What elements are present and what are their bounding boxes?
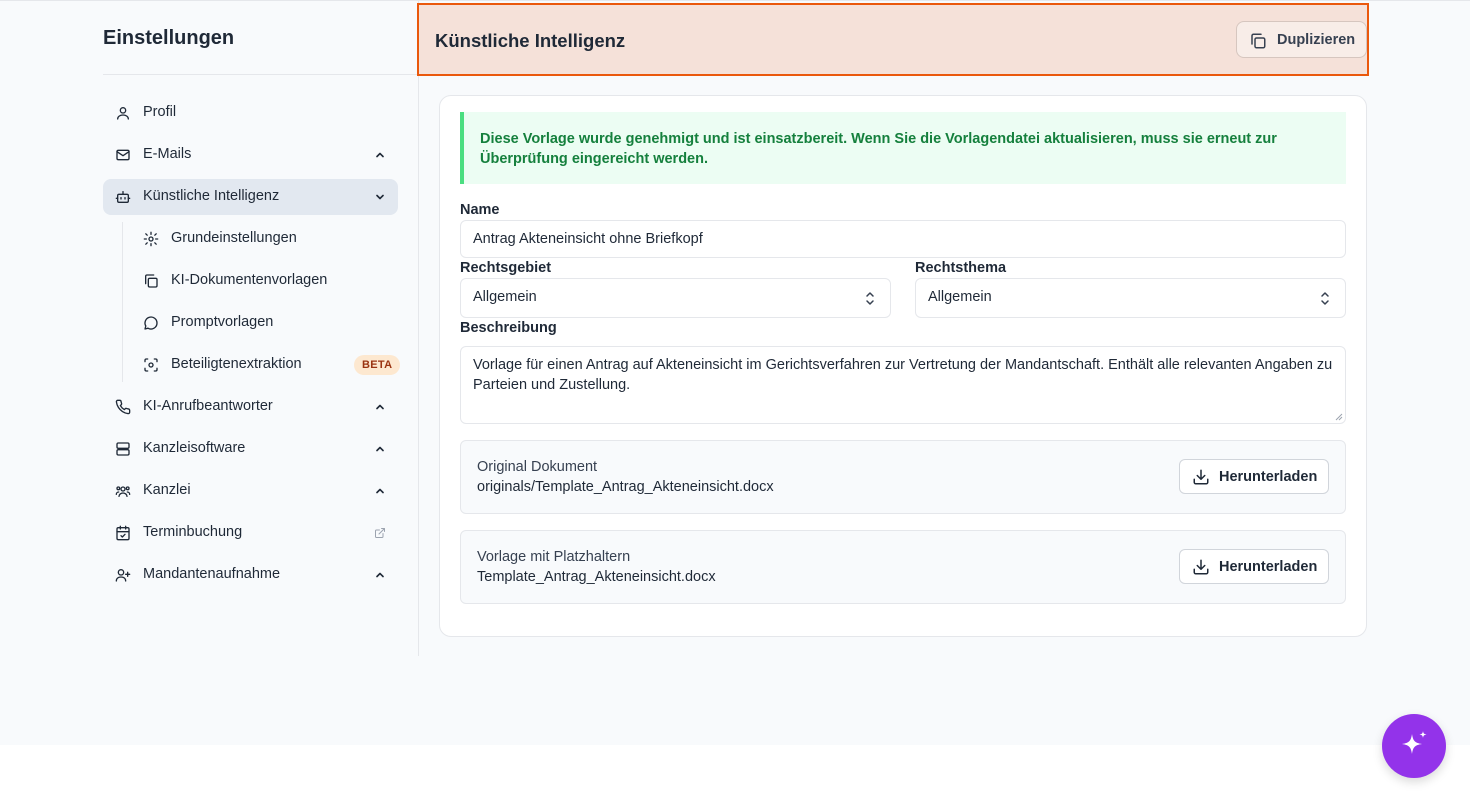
submenu-line [122,222,123,382]
beschreibung-value: Vorlage für einen Antrag auf Akteneinsic… [473,357,1333,393]
chevron-up-icon[interactable] [374,149,386,161]
copy-icon [145,274,158,288]
copy-icon [1251,33,1266,49]
duplicate-button[interactable]: Duplizieren [1236,21,1367,58]
sidebar-item-label: Kanzleisoftware [143,440,246,456]
bot-icon [115,191,131,203]
template-card: Diese Vorlage wurde genehmigt und ist ei… [439,95,1367,637]
sidebar-item-kanzlei[interactable]: Kanzlei [103,473,398,509]
download-button-label: Herunterladen [1219,469,1318,485]
sidebar-title: Einstellungen [103,27,235,49]
file-label: Original Dokument [477,459,598,475]
page-header: Künstliche Intelligenz Duplizieren [417,3,1369,76]
file-name: originals/Template_Antrag_Akteneinsicht.… [477,479,774,495]
beschreibung-textarea[interactable]: Vorlage für einen Antrag auf Akteneinsic… [460,346,1346,424]
download-icon [1193,559,1209,575]
sidebar-item-mandantenaufnahme[interactable]: Mandantenaufnahme [103,557,398,593]
sidebar-item-label: Terminbuchung [143,524,243,540]
sidebar-subitem-promptvorlagen[interactable]: Promptvorlagen [131,305,398,341]
name-field[interactable]: Antrag Akteneinsicht ohne Briefkopf [460,220,1346,258]
sidebar-item-kanzleisoftware[interactable]: Kanzleisoftware [103,431,398,467]
calendar-check-icon [116,525,130,541]
rechtsthema-value: Allgemein [928,289,992,305]
rechtsthema-select[interactable]: Allgemein [915,278,1346,318]
server-icon [116,442,130,456]
sidebar-item-terminbuchung[interactable]: Terminbuchung [103,515,398,551]
download-button-label: Herunterladen [1219,559,1318,575]
approval-alert: Diese Vorlage wurde genehmigt und ist ei… [460,112,1346,184]
sidebar-subitem-ki-dokumentenvorlagen[interactable]: KI-Dokumentenvorlagen [131,263,398,299]
message-circle-icon [144,316,158,330]
download-template-button[interactable]: Herunterladen [1179,549,1329,584]
sidebar-item-label: Mandantenaufnahme [143,566,281,582]
placeholder-template-box: Vorlage mit Platzhaltern Template_Antrag… [460,530,1346,604]
chevron-down-icon[interactable] [374,191,386,203]
phone-icon [115,399,131,415]
file-label: Vorlage mit Platzhaltern [477,549,631,565]
duplicate-button-label: Duplizieren [1277,32,1356,48]
sidebar-item-ki-anrufbeantworter[interactable]: KI-Anrufbeantworter [103,389,398,425]
rechtsgebiet-label: Rechtsgebiet [460,260,552,276]
beschreibung-label: Beschreibung [460,320,557,336]
chevron-up-icon[interactable] [374,569,386,581]
chevron-up-icon[interactable] [374,485,386,497]
user-icon [117,107,129,120]
sidebar-item-label: Künstliche Intelligenz [143,188,280,204]
rechtsgebiet-value: Allgemein [473,289,537,305]
settings-sidebar: Einstellungen Profil E-Mails Künstliche … [103,0,419,656]
sidebar-subitem-label: Promptvorlagen [171,314,274,330]
sidebar-subitem-grundeinstellungen[interactable]: Grundeinstellungen [131,221,398,257]
user-plus-icon [115,569,131,582]
page-title: Künstliche Intelligenz [435,30,626,51]
external-link-icon[interactable] [374,527,386,539]
resize-handle-icon[interactable] [1335,413,1343,421]
rechtsgebiet-select[interactable]: Allgemein [460,278,891,318]
original-document-box: Original Dokument originals/Template_Ant… [460,440,1346,514]
mail-icon [116,149,130,161]
chevrons-up-down-icon [1321,292,1329,305]
users-icon [115,486,131,497]
sidebar-item-kuenstliche-intelligenz[interactable]: Künstliche Intelligenz [103,179,398,215]
sidebar-item-emails[interactable]: E-Mails [103,137,398,173]
rechtsthema-label: Rechtsthema [915,260,1007,276]
sidebar-item-label: Kanzlei [143,482,191,498]
chevrons-up-down-icon [866,292,874,305]
chevron-up-icon[interactable] [374,443,386,455]
sidebar-divider [103,74,419,75]
beta-badge: BETA [354,355,401,375]
download-icon [1193,469,1209,485]
sparkles-icon [1402,731,1427,754]
sidebar-subitem-label: KI-Dokumentenvorlagen [171,272,328,288]
ai-assistant-button[interactable] [1382,714,1446,778]
sidebar-subitem-label: Beteiligtenextraktion [171,356,302,372]
file-name: Template_Antrag_Akteneinsicht.docx [477,569,716,585]
gear-icon [143,231,159,247]
sidebar-item-label: E-Mails [143,146,192,162]
sidebar-item-profil[interactable]: Profil [103,95,398,131]
sidebar-subitem-label: Grundeinstellungen [171,230,297,246]
scan-face-icon [144,358,158,372]
sidebar-item-label: Profil [143,104,177,120]
sidebar-item-label: KI-Anrufbeantworter [143,398,273,414]
sidebar-subitem-beteiligtenextraktion[interactable]: Beteiligtenextraktion BETA [131,347,401,383]
download-original-button[interactable]: Herunterladen [1179,459,1329,494]
chevron-up-icon[interactable] [374,401,386,413]
name-label: Name [460,202,500,218]
